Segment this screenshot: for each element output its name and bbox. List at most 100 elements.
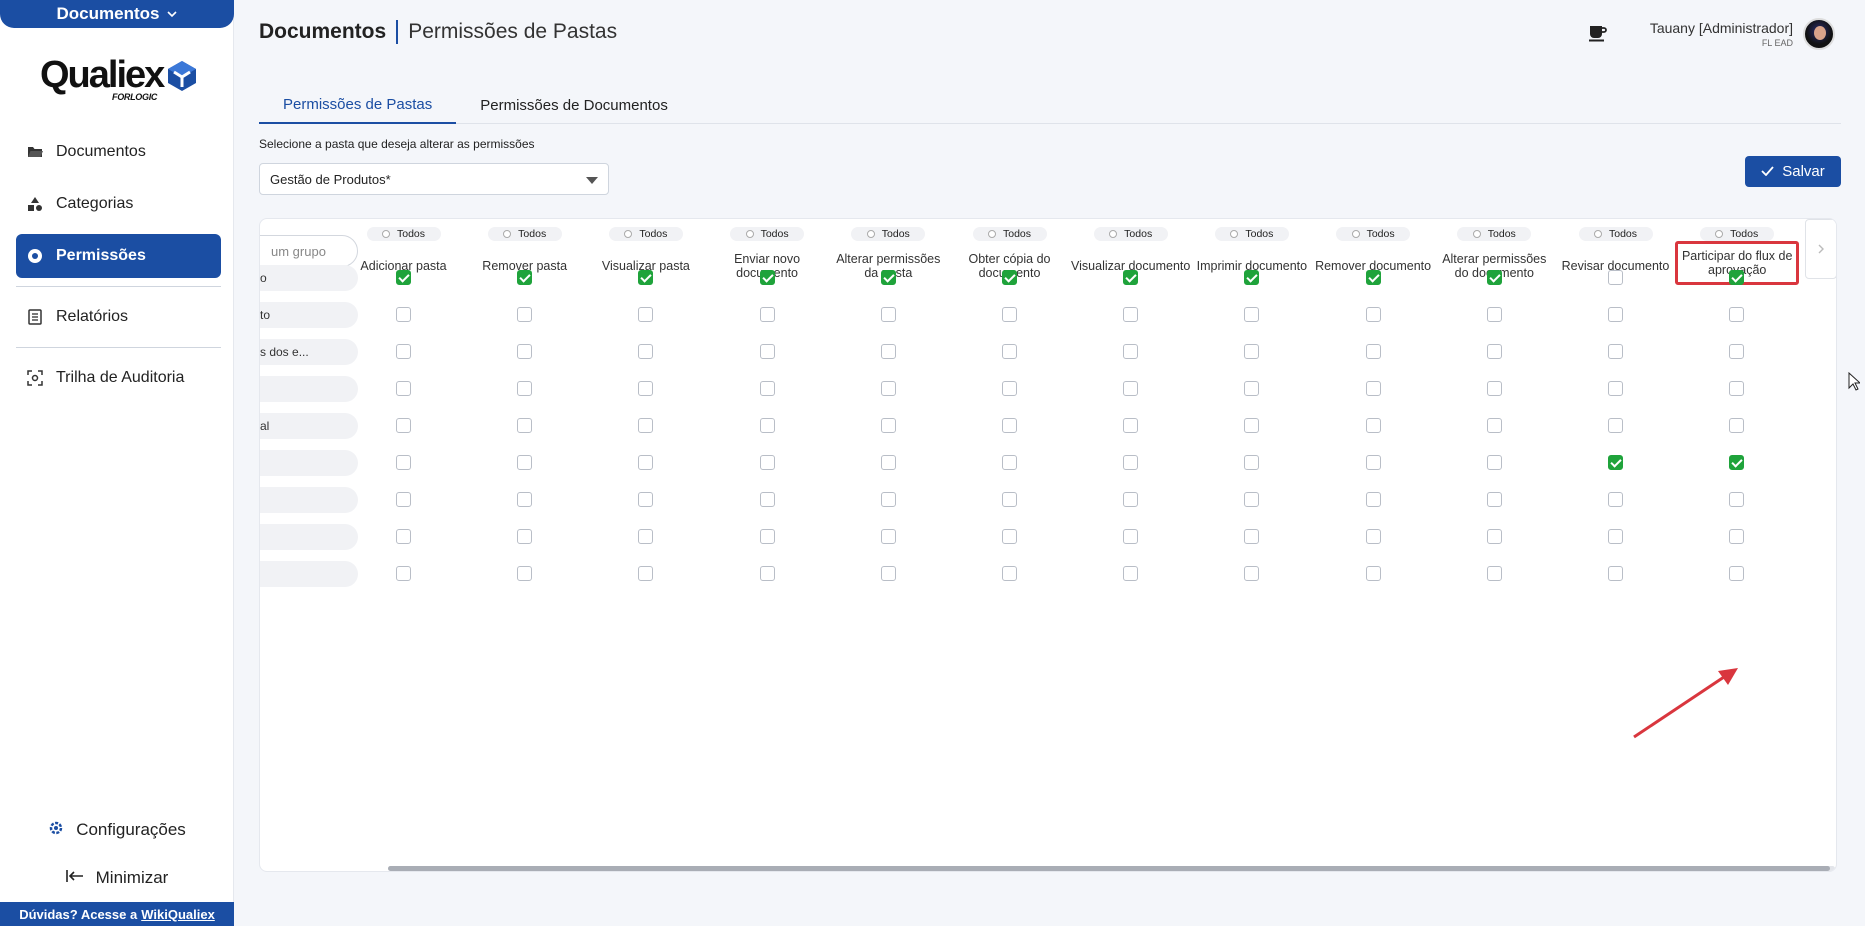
permission-checkbox[interactable] [1365, 529, 1381, 544]
select-all-toggle[interactable]: Todos [1214, 227, 1289, 241]
permission-checkbox[interactable] [1365, 270, 1381, 285]
select-all-toggle[interactable]: Todos [1336, 227, 1411, 241]
permission-checkbox[interactable] [1608, 418, 1623, 433]
sidebar-item-categorias[interactable]: Categorias [16, 182, 221, 226]
select-all-toggle[interactable]: Todos [851, 227, 926, 241]
permission-checkbox[interactable] [759, 529, 775, 544]
permission-checkbox[interactable] [1486, 381, 1502, 396]
permission-checkbox[interactable] [1608, 307, 1623, 322]
permission-checkbox[interactable] [1608, 381, 1623, 396]
permission-checkbox[interactable] [1729, 381, 1745, 396]
permission-checkbox[interactable] [880, 344, 896, 359]
permission-checkbox[interactable] [1608, 270, 1623, 285]
permission-checkbox[interactable] [1486, 344, 1502, 359]
select-all-toggle[interactable]: Todos [1457, 227, 1532, 241]
permission-checkbox[interactable] [1729, 344, 1745, 359]
permission-checkbox[interactable] [1608, 344, 1623, 359]
select-all-toggle[interactable]: Todos [1093, 227, 1168, 241]
scrollbar-thumb[interactable] [388, 866, 1830, 871]
permission-checkbox[interactable] [396, 381, 411, 396]
permission-checkbox[interactable] [1002, 307, 1017, 322]
permission-checkbox[interactable] [1365, 455, 1381, 470]
permission-checkbox[interactable] [1244, 270, 1260, 285]
permission-checkbox[interactable] [1002, 566, 1017, 581]
permission-checkbox[interactable] [1365, 418, 1381, 433]
permission-checkbox[interactable] [638, 492, 654, 507]
permission-checkbox[interactable] [759, 270, 775, 285]
permission-checkbox[interactable] [1486, 455, 1502, 470]
permission-checkbox[interactable] [638, 529, 654, 544]
permission-checkbox[interactable] [1123, 270, 1139, 285]
permission-checkbox[interactable] [1486, 529, 1502, 544]
permission-checkbox[interactable] [1486, 307, 1502, 322]
permission-checkbox[interactable] [1365, 307, 1381, 322]
permission-checkbox[interactable] [880, 381, 896, 396]
select-all-toggle[interactable]: Todos [1578, 227, 1653, 241]
permission-checkbox[interactable] [1729, 270, 1745, 285]
permission-checkbox[interactable] [517, 418, 533, 433]
permission-checkbox[interactable] [1729, 529, 1745, 544]
permission-checkbox[interactable] [1002, 418, 1017, 433]
permission-checkbox[interactable] [1002, 344, 1017, 359]
permission-checkbox[interactable] [517, 529, 533, 544]
permission-checkbox[interactable] [1002, 455, 1017, 470]
permission-checkbox[interactable] [1244, 307, 1260, 322]
permission-checkbox[interactable] [1123, 529, 1139, 544]
permission-checkbox[interactable] [759, 381, 775, 396]
permission-checkbox[interactable] [880, 307, 896, 322]
avatar[interactable] [1803, 18, 1835, 50]
permission-checkbox[interactable] [1486, 566, 1502, 581]
permission-checkbox[interactable] [880, 418, 896, 433]
save-button[interactable]: Salvar [1745, 156, 1841, 187]
permission-checkbox[interactable] [396, 307, 411, 322]
permission-checkbox[interactable] [1486, 492, 1502, 507]
permission-checkbox[interactable] [1608, 492, 1623, 507]
permission-checkbox[interactable] [1729, 492, 1745, 507]
permission-checkbox[interactable] [638, 418, 654, 433]
permission-checkbox[interactable] [1729, 455, 1745, 470]
permission-checkbox[interactable] [1002, 529, 1017, 544]
permission-checkbox[interactable] [1729, 418, 1745, 433]
sidebar-item-relatorios[interactable]: Relatórios [16, 295, 221, 339]
scroll-right-button[interactable] [1805, 219, 1836, 279]
permission-checkbox[interactable] [638, 344, 654, 359]
select-all-toggle[interactable]: Todos [1699, 227, 1774, 241]
permission-checkbox[interactable] [638, 307, 654, 322]
permission-checkbox[interactable] [638, 455, 654, 470]
permission-checkbox[interactable] [759, 418, 775, 433]
permission-checkbox[interactable] [880, 492, 896, 507]
select-all-toggle[interactable]: Todos [366, 227, 441, 241]
permission-checkbox[interactable] [880, 529, 896, 544]
sidebar-item-permissoes[interactable]: Permissões [16, 234, 221, 278]
permission-checkbox[interactable] [1244, 381, 1260, 396]
select-all-toggle[interactable]: Todos [972, 227, 1047, 241]
permission-checkbox[interactable] [1123, 492, 1139, 507]
permission-checkbox[interactable] [1608, 455, 1623, 470]
permission-checkbox[interactable] [396, 455, 411, 470]
permission-checkbox[interactable] [1123, 381, 1139, 396]
permission-checkbox[interactable] [517, 270, 533, 285]
permission-checkbox[interactable] [517, 492, 533, 507]
tab-permissoes-pastas[interactable]: Permissões de Pastas [259, 86, 457, 124]
permission-checkbox[interactable] [1123, 418, 1139, 433]
permission-checkbox[interactable] [759, 344, 775, 359]
permission-checkbox[interactable] [1608, 566, 1623, 581]
permission-checkbox[interactable] [1002, 381, 1017, 396]
sidebar-item-trilha-auditoria[interactable]: Trilha de Auditoria [16, 356, 221, 400]
minimize-button[interactable]: Minimizar [0, 860, 234, 896]
permission-checkbox[interactable] [1486, 270, 1502, 285]
permission-checkbox[interactable] [517, 344, 533, 359]
coffee-icon[interactable] [1588, 24, 1608, 47]
sidebar-item-documentos[interactable]: Documentos [16, 130, 221, 174]
permission-checkbox[interactable] [880, 566, 896, 581]
permission-checkbox[interactable] [1244, 455, 1260, 470]
permission-checkbox[interactable] [759, 566, 775, 581]
permission-checkbox[interactable] [1729, 307, 1745, 322]
permission-checkbox[interactable] [396, 270, 411, 285]
permission-checkbox[interactable] [1729, 566, 1745, 581]
permission-checkbox[interactable] [517, 381, 533, 396]
permission-checkbox[interactable] [396, 418, 411, 433]
permission-checkbox[interactable] [396, 529, 411, 544]
folder-select[interactable]: Gestão de Produtos* [259, 163, 609, 195]
permission-checkbox[interactable] [517, 566, 533, 581]
